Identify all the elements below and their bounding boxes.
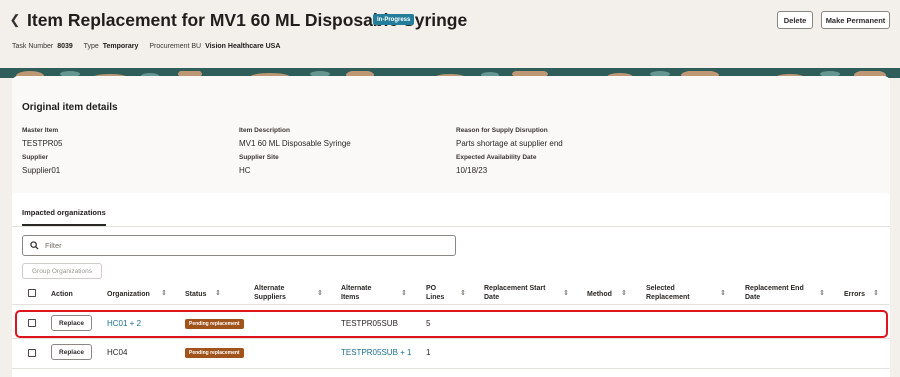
filter-field[interactable] [22, 235, 456, 256]
expected-date-value: 10/18/23 [456, 166, 488, 175]
delete-button[interactable]: Delete [777, 11, 813, 29]
task-number-label: Task Number [12, 43, 54, 50]
column-header-alternate-suppliers[interactable]: Alternate Suppliers [254, 284, 286, 302]
replace-button[interactable]: Replace [51, 344, 92, 360]
row-checkbox[interactable] [28, 349, 36, 357]
type-value: Temporary [102, 43, 139, 50]
reason-label: Reason for Supply Disruption [456, 127, 548, 134]
column-header-line: PO [426, 285, 437, 292]
sort-icon[interactable]: ⇕ [401, 289, 407, 297]
filter-input[interactable] [45, 241, 445, 250]
column-header-line: Replacement End [745, 285, 804, 292]
row-divider [12, 338, 890, 339]
column-header-errors[interactable]: Errors [844, 290, 865, 299]
back-icon[interactable]: ❮ [8, 11, 22, 29]
column-header-line: Lines [426, 294, 445, 301]
task-meta: Task Number 8039 Type Temporary Procurem… [12, 43, 289, 50]
select-all-checkbox[interactable] [28, 289, 36, 297]
column-header-line: Alternate [254, 285, 285, 292]
sort-icon[interactable]: ⇕ [873, 289, 879, 297]
row-divider [12, 368, 890, 369]
make-permanent-button[interactable]: Make Permanent [821, 11, 890, 29]
status-badge: Pending replacement [185, 348, 244, 358]
status-badge: In-Progress [373, 14, 415, 25]
sort-icon[interactable]: ⇕ [161, 289, 167, 297]
sort-icon[interactable]: ⇕ [621, 289, 627, 297]
column-header-line: Items [341, 294, 360, 301]
column-header-method[interactable]: Method [587, 290, 612, 299]
tab-impacted-organizations[interactable]: Impacted organizations [22, 208, 106, 226]
tab-divider [12, 226, 890, 227]
supplier-label: Supplier [22, 154, 49, 161]
page-header: ❮ Item Replacement for MV1 60 ML Disposa… [0, 0, 900, 70]
task-number: 8039 [57, 43, 73, 50]
sort-icon[interactable]: ⇕ [317, 289, 323, 297]
column-header-line: Date [484, 294, 500, 301]
column-header-line: Selected [646, 285, 675, 292]
column-header-selected-replacement[interactable]: Selected Replacement [646, 284, 690, 302]
organization-value: HC04 [107, 348, 128, 357]
column-header-organization[interactable]: Organization [107, 290, 150, 299]
section-title: Original item details [22, 102, 118, 113]
column-header-po-lines[interactable]: PO Lines [426, 284, 444, 302]
column-header-line: Replacement [646, 294, 690, 301]
procurement-bu-value: Vision Healthcare USA [205, 43, 281, 50]
master-item-value: TESTPR05 [22, 139, 63, 148]
sort-icon[interactable]: ⇕ [819, 289, 825, 297]
column-header-replacement-end-date[interactable]: Replacement End Date [745, 284, 804, 302]
column-header-line: Alternate [341, 285, 372, 292]
alternate-items-link[interactable]: TESTPR05SUB + 1 [341, 348, 411, 357]
sort-icon[interactable]: ⇕ [215, 289, 221, 297]
search-icon [23, 241, 45, 250]
column-header-line: Suppliers [254, 294, 286, 301]
column-header-alternate-items[interactable]: Alternate Items [341, 284, 371, 302]
impacted-organizations-panel: Impacted organizations Group Organizatio… [12, 193, 890, 377]
procurement-bu-label: Procurement BU [149, 43, 202, 50]
expected-date-label: Expected Availability Date [456, 154, 537, 161]
sort-icon[interactable]: ⇕ [563, 289, 569, 297]
column-header-status[interactable]: Status [185, 290, 206, 299]
item-description-label: Item Description [239, 127, 290, 134]
type-label: Type [83, 43, 99, 50]
po-lines-value: 1 [426, 348, 431, 357]
sort-icon[interactable]: ⇕ [720, 289, 726, 297]
row-highlight [15, 310, 888, 338]
sort-icon[interactable]: ⇕ [460, 289, 466, 297]
supplier-site-value: HC [239, 166, 251, 175]
column-header-action: Action [51, 291, 73, 298]
column-header-replacement-start-date[interactable]: Replacement Start Date [484, 284, 545, 302]
reason-value: Parts shortage at supplier end [456, 139, 563, 148]
column-header-line: Replacement Start [484, 285, 546, 292]
column-header-line: Date [745, 294, 761, 301]
supplier-site-label: Supplier Site [239, 154, 279, 161]
item-description-value: MV1 60 ML Disposable Syringe [239, 139, 351, 148]
master-item-label: Master Item [22, 127, 59, 134]
group-organizations-button[interactable]: Group Organizations [22, 263, 102, 279]
supplier-value: Supplier01 [22, 166, 61, 175]
header-divider [12, 304, 890, 305]
